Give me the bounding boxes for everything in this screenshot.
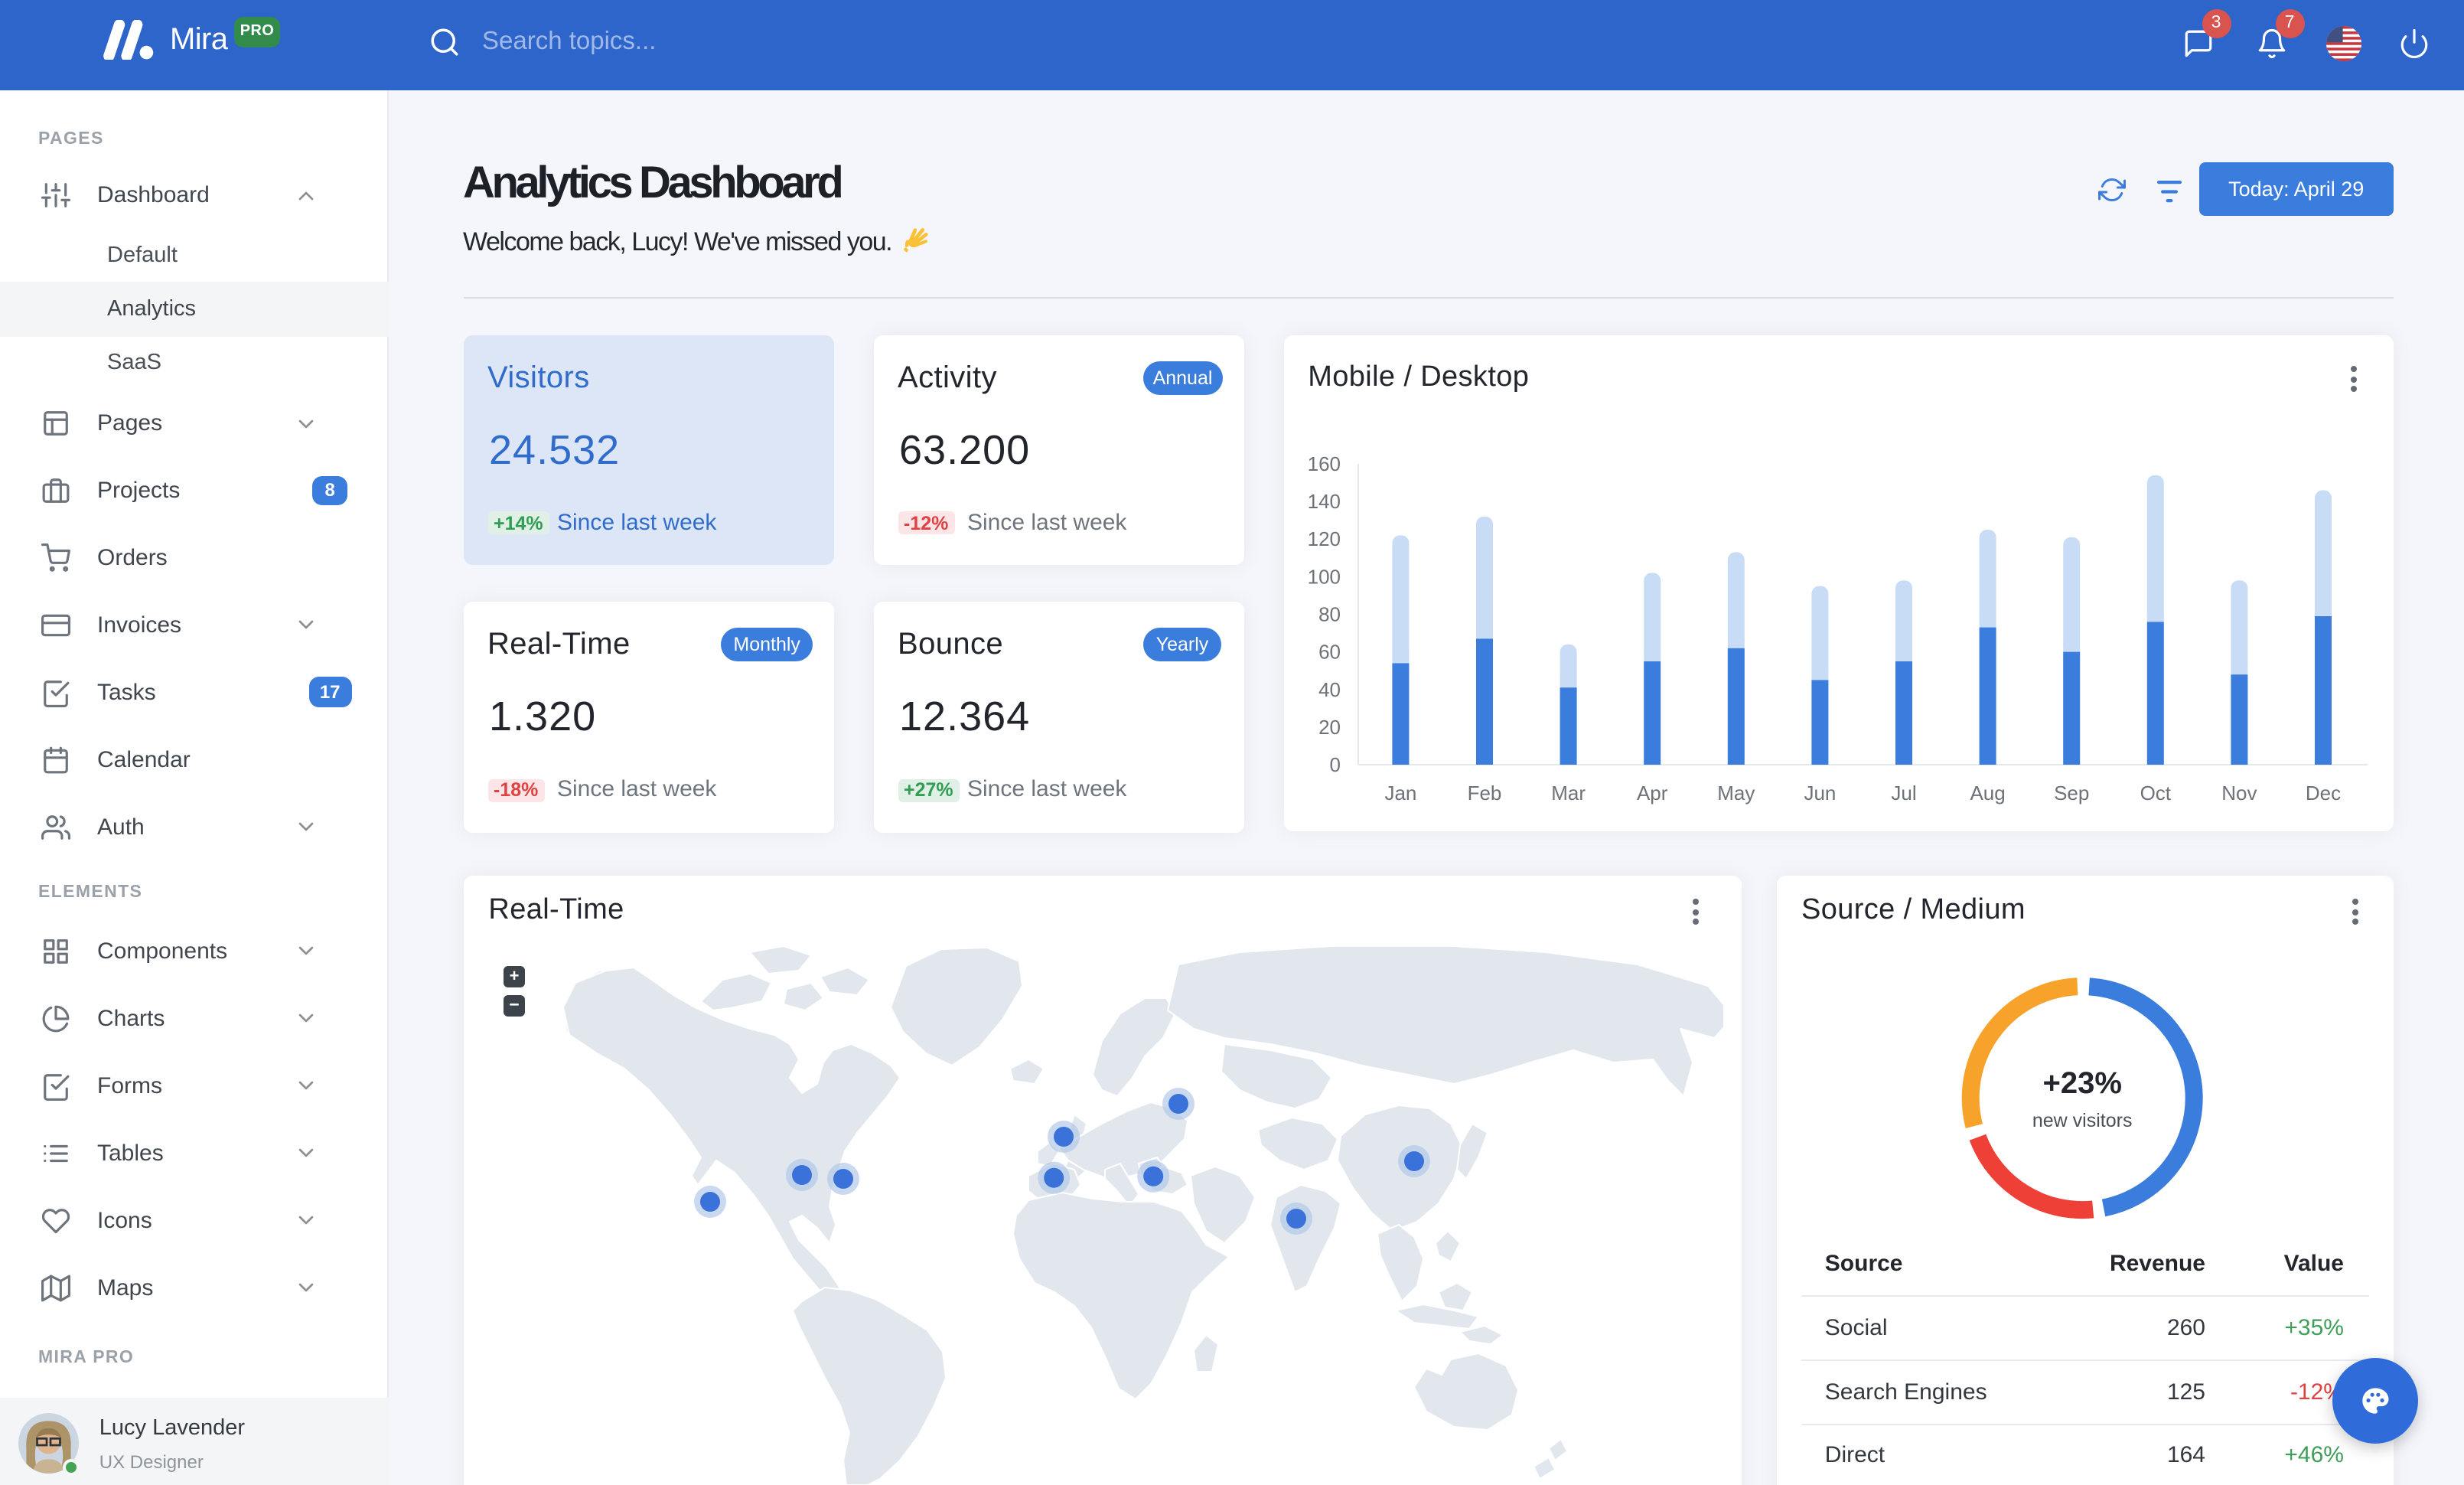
svg-text:Oct: Oct (2140, 782, 2172, 805)
svg-text:Feb: Feb (1468, 782, 1502, 805)
svg-text:40: 40 (1318, 678, 1341, 701)
svg-text:Jul: Jul (1891, 782, 1916, 805)
svg-text:120: 120 (1308, 527, 1341, 550)
svg-text:Aug: Aug (1970, 782, 2005, 805)
svg-text:Mar: Mar (1551, 782, 1586, 805)
svg-text:Nov: Nov (2221, 782, 2257, 805)
svg-text:80: 80 (1318, 603, 1341, 626)
svg-text:May: May (1717, 782, 1755, 805)
svg-text:100: 100 (1308, 565, 1341, 588)
svg-text:Sep: Sep (2054, 782, 2089, 805)
svg-text:60: 60 (1318, 641, 1341, 664)
svg-text:140: 140 (1308, 490, 1341, 513)
svg-text:0: 0 (1330, 753, 1341, 776)
svg-text:Apr: Apr (1637, 782, 1668, 805)
svg-text:Dec: Dec (2306, 782, 2341, 805)
svg-text:Jan: Jan (1384, 782, 1416, 805)
svg-text:Jun: Jun (1804, 782, 1836, 805)
svg-text:160: 160 (1308, 452, 1341, 475)
svg-text:20: 20 (1318, 716, 1341, 739)
